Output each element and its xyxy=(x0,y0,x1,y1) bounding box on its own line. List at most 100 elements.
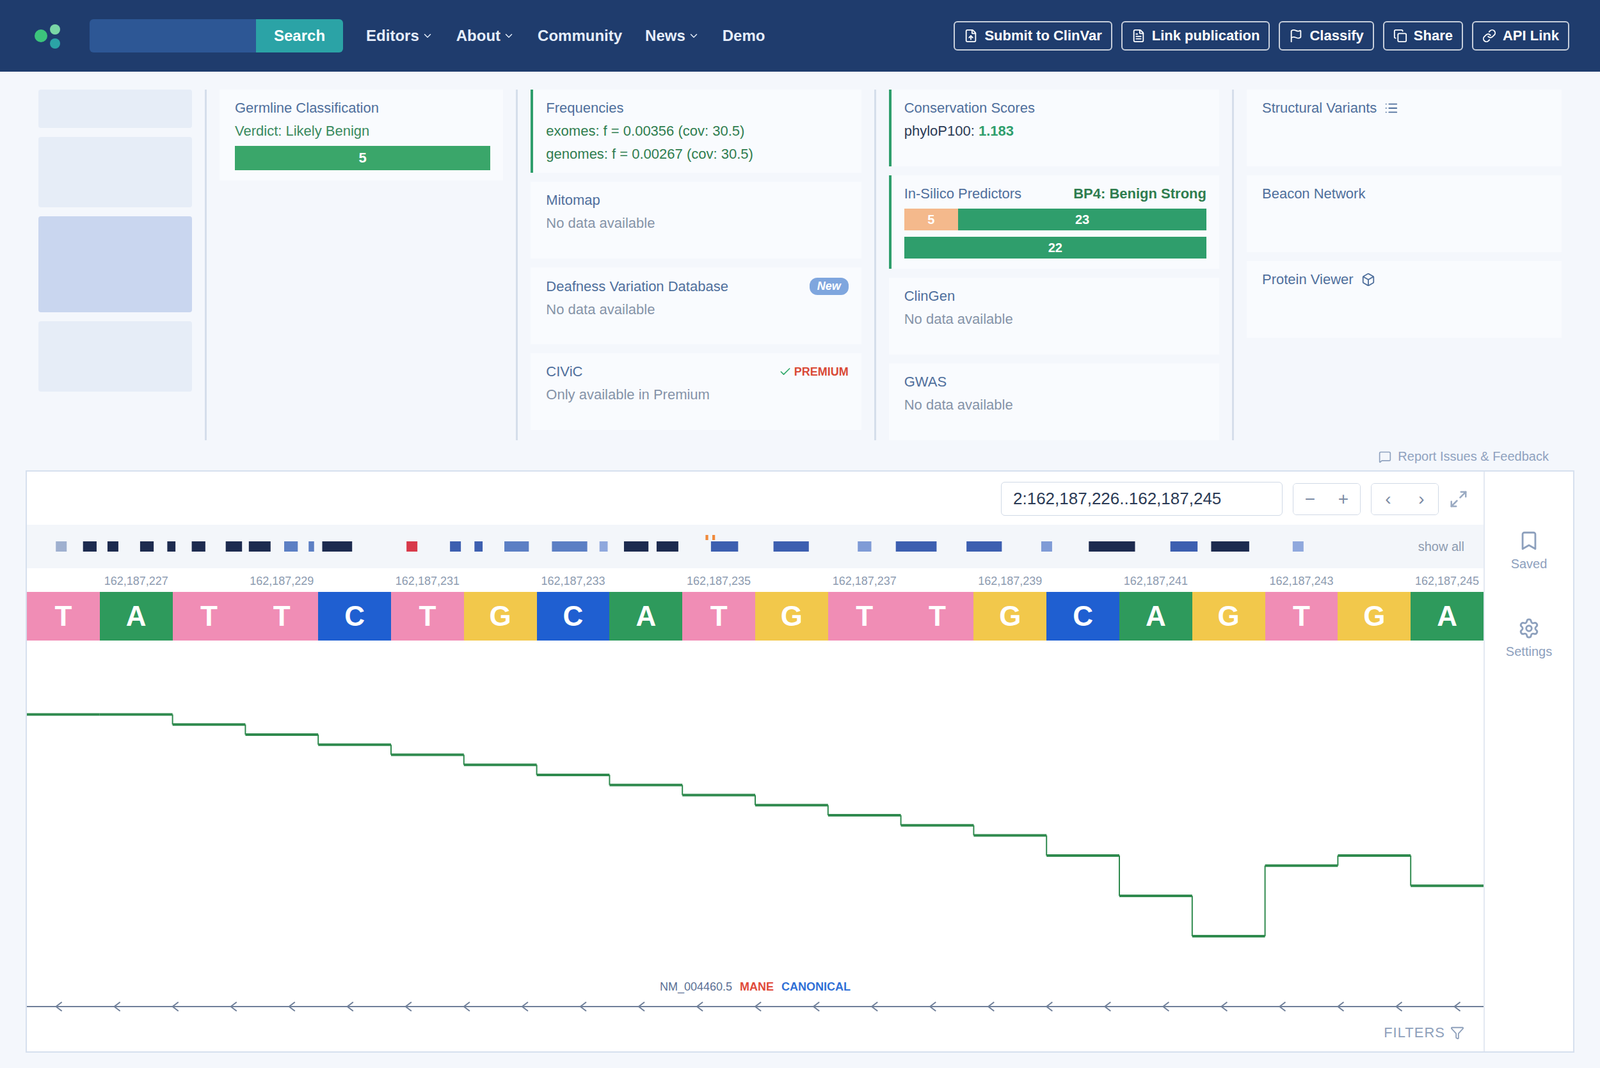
conservation-card: Conservation ScoresphyloP100: 1.183 xyxy=(888,89,1220,167)
strand-icon xyxy=(26,993,1484,1020)
ruler-tick: 162,187,241 xyxy=(1119,574,1193,589)
base-cell[interactable]: A xyxy=(609,592,683,641)
predictor-segment: 22 xyxy=(904,236,1207,259)
base-cell[interactable]: C xyxy=(318,592,392,641)
ruler-tick: 162,187,229 xyxy=(245,574,319,589)
scores-column: Conservation ScoresphyloP100: 1.183 In-Si… xyxy=(874,89,1232,441)
database-card: Mitomap No data available xyxy=(530,181,861,259)
conservation-score: phyloP100: 1.183 xyxy=(904,122,1207,140)
base-cell[interactable]: C xyxy=(536,592,610,641)
action-icon xyxy=(1288,28,1304,43)
search-button[interactable]: Search xyxy=(256,19,344,53)
ruler-tick: 162,187,227 xyxy=(99,574,173,589)
base-cell[interactable]: A xyxy=(1119,592,1193,641)
base-cell[interactable]: T xyxy=(26,592,100,641)
ruler-tick: 162,187,243 xyxy=(1265,574,1339,589)
card-note: No data available xyxy=(545,215,848,232)
action-icon xyxy=(1131,28,1146,43)
base-cell[interactable]: T xyxy=(901,592,975,641)
base-cell[interactable]: G xyxy=(973,592,1047,641)
search-group: Search xyxy=(89,19,344,53)
action-button[interactable]: Share xyxy=(1383,21,1464,51)
next-button[interactable]: › xyxy=(1404,483,1439,515)
chevron-down-icon xyxy=(421,30,434,42)
card-head: CIViC PREMIUM xyxy=(545,363,848,381)
predictor-segment: 23 xyxy=(958,208,1207,231)
base-cell[interactable]: G xyxy=(1192,592,1266,641)
action-icon xyxy=(1393,28,1408,43)
transcript-label[interactable]: NM_004460.5MANECANONICAL xyxy=(26,976,1484,994)
extra-card[interactable]: Beacon Network xyxy=(1246,175,1562,253)
check-icon xyxy=(778,365,792,379)
action-icon xyxy=(1482,28,1497,43)
feedback-link[interactable]: Report Issues & Feedback xyxy=(0,440,1600,471)
action-button[interactable]: Submit to ClinVar xyxy=(953,21,1112,51)
side-tool[interactable]: Saved xyxy=(1507,529,1552,573)
zoom-out-button[interactable]: − xyxy=(1293,483,1327,515)
action-button[interactable]: API Link xyxy=(1472,21,1570,51)
predictor-bar: 22 xyxy=(904,236,1207,259)
base-cell[interactable]: T xyxy=(828,592,902,641)
base-cell[interactable]: G xyxy=(755,592,829,641)
extra-card[interactable]: Protein Viewer xyxy=(1246,261,1562,338)
base-cell[interactable]: G xyxy=(1337,592,1411,641)
data-card: GWASNo data available xyxy=(888,363,1220,441)
base-cell[interactable]: A xyxy=(1410,592,1484,641)
sidebar xyxy=(25,89,205,441)
logo-icon[interactable] xyxy=(30,17,67,54)
location-field[interactable] xyxy=(1000,481,1283,516)
nav-item[interactable]: Editors xyxy=(366,26,434,45)
extra-card[interactable]: Structural Variants xyxy=(1246,89,1562,167)
genome-browser: −+ ‹› show all 162,187,227 162,187,229 162,18… xyxy=(25,470,1575,1053)
nav-item[interactable]: Community xyxy=(537,26,623,45)
card-title: Mitomap xyxy=(545,192,600,209)
chevron-down-icon xyxy=(503,30,515,42)
base-cell[interactable]: A xyxy=(99,592,173,641)
base-cell[interactable]: C xyxy=(1046,592,1120,641)
tool-icon xyxy=(1518,529,1540,552)
filters-button[interactable]: FILTERS xyxy=(26,1019,1484,1052)
coverage-chart xyxy=(26,640,1484,977)
ruler-tick: 162,187,239 xyxy=(973,574,1047,589)
side-tools: Saved Settings xyxy=(1483,471,1574,1052)
card-title: In-Silico Predictors xyxy=(904,185,1022,203)
sidebar-block[interactable] xyxy=(38,216,192,313)
base-cell[interactable]: T xyxy=(682,592,756,641)
prev-button[interactable]: ‹ xyxy=(1371,483,1405,515)
tool-icon xyxy=(1518,617,1540,640)
search-field[interactable] xyxy=(89,19,256,53)
data-card: ClinGenNo data available xyxy=(888,277,1220,355)
browser-toolbar: −+ ‹› xyxy=(26,481,1484,525)
base-cell[interactable]: G xyxy=(464,592,537,641)
action-button[interactable]: Link publication xyxy=(1121,21,1271,51)
frequency-line: genomes: f = 0.00267 (cov: 30.5) xyxy=(545,145,848,163)
predictor-bar: 523 xyxy=(904,208,1207,231)
base-cell[interactable]: T xyxy=(1265,592,1339,641)
card-head: Beacon Network xyxy=(1262,185,1549,203)
expand-icon[interactable] xyxy=(1448,489,1469,509)
side-tool[interactable]: Settings xyxy=(1502,616,1556,660)
card-title: Deafness Variation Database xyxy=(545,278,729,296)
nav-item[interactable]: News xyxy=(645,26,700,45)
nav-item[interactable]: About xyxy=(456,26,515,45)
nav-item[interactable]: Demo xyxy=(722,26,766,45)
database-card: Deafness Variation DatabaseNewNo data av… xyxy=(530,267,861,345)
show-all-button[interactable]: show all xyxy=(1414,538,1469,555)
card-icon xyxy=(1384,101,1399,116)
card-title: Germline Classification xyxy=(234,99,491,117)
card-title: Beacon Network xyxy=(1262,185,1366,203)
new-badge: New xyxy=(809,277,849,296)
base-cell[interactable]: T xyxy=(245,592,319,641)
action-button[interactable]: Classify xyxy=(1278,21,1374,51)
action-icon xyxy=(963,28,978,43)
ruler-tick: 162,187,231 xyxy=(391,574,464,589)
zoom-in-button[interactable]: + xyxy=(1326,483,1360,515)
base-cell[interactable]: T xyxy=(391,592,464,641)
sidebar-block xyxy=(38,89,192,128)
ruler-tick: 162,187,245 xyxy=(1410,574,1484,589)
card-title: CIViC xyxy=(545,363,583,381)
in-silico-card: In-Silico PredictorsBP4: Benign Strong52… xyxy=(888,175,1220,269)
premium-badge: PREMIUM xyxy=(778,365,849,379)
base-cell[interactable]: T xyxy=(172,592,246,641)
score-bar: 5 xyxy=(234,145,491,171)
